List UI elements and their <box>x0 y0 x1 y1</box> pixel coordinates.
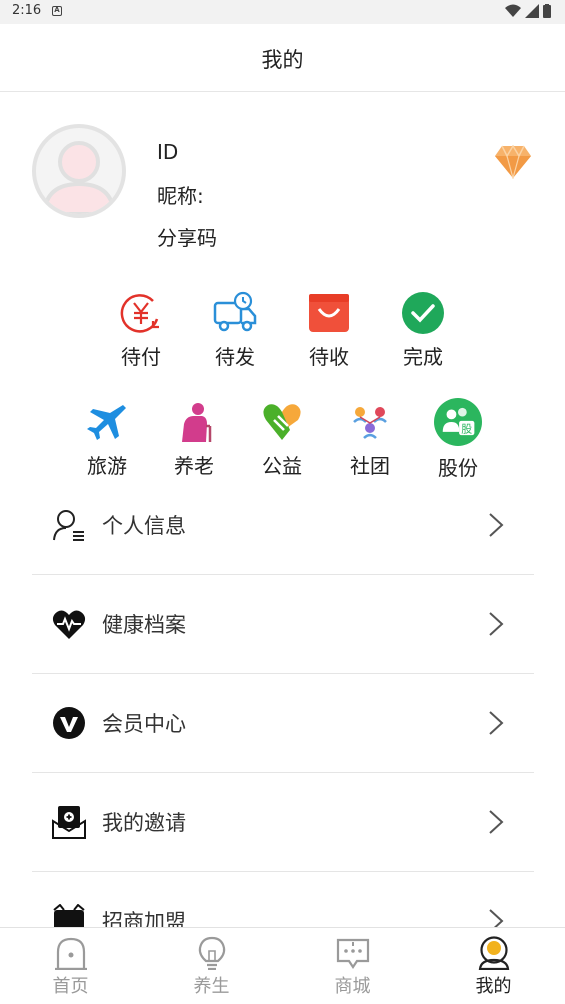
service-community-label: 社团 <box>350 454 390 478</box>
chevron-right-icon <box>489 612 504 636</box>
home-icon <box>54 937 87 970</box>
tab-home-label: 首页 <box>52 976 89 997</box>
airplane-icon <box>87 405 126 440</box>
profile-nickname-label: 昵称: <box>157 184 204 208</box>
tab-mine[interactable]: 我的 <box>423 928 564 1004</box>
tab-mall[interactable]: 商城 <box>282 928 423 1004</box>
order-completed[interactable]: 完成 <box>378 291 468 370</box>
shopping-bag-icon <box>309 294 349 332</box>
profile-id-label: ID <box>157 140 179 164</box>
tab-mall-label: 商城 <box>334 976 371 997</box>
tab-wellness[interactable]: 养生 <box>141 928 282 1004</box>
bottom-tab-bar: 首页 养生 商城 我的 <box>0 927 565 1004</box>
service-charity[interactable]: 公益 <box>237 400 327 479</box>
menu-my-invitations-label: 我的邀请 <box>102 811 186 835</box>
profile-icon <box>478 936 509 970</box>
service-travel-label: 旅游 <box>87 454 127 478</box>
community-icon <box>353 407 387 439</box>
status-time: 2:16 <box>12 3 42 18</box>
status-icons <box>505 4 551 18</box>
invitation-icon <box>52 806 86 839</box>
mall-chat-icon <box>336 938 369 969</box>
delivery-truck-icon <box>213 291 257 332</box>
signal-icon <box>525 4 539 18</box>
vip-icon <box>53 707 85 739</box>
shares-badge-text: 股 <box>461 422 472 435</box>
order-pending-payment-label: 待付 <box>121 345 161 369</box>
menu-health-records-label: 健康档案 <box>102 613 186 637</box>
elderly-icon <box>182 403 212 442</box>
order-completed-label: 完成 <box>403 345 443 369</box>
menu-personal-info-label: 个人信息 <box>102 514 186 538</box>
wifi-icon <box>505 4 521 17</box>
menu-my-invitations[interactable]: 我的邀请 <box>32 773 534 872</box>
tab-mine-label: 我的 <box>475 976 512 997</box>
tab-wellness-label: 养生 <box>193 976 230 997</box>
default-avatar-icon <box>41 141 117 214</box>
chevron-right-icon <box>489 711 504 735</box>
battery-icon <box>543 4 551 18</box>
menu-personal-info[interactable]: 个人信息 <box>32 476 534 575</box>
health-heart-icon <box>52 610 86 639</box>
service-shares[interactable]: 股 股份 <box>413 398 503 481</box>
service-elderly-care-label: 养老 <box>174 454 214 478</box>
shares-icon: 股 <box>434 398 482 446</box>
title-bar: 我的 <box>0 24 565 92</box>
diamond-icon[interactable] <box>494 145 532 179</box>
yen-payment-icon <box>120 294 159 333</box>
order-pending-shipment-label: 待发 <box>215 345 255 369</box>
profile-share-code-label[interactable]: 分享码 <box>157 222 217 251</box>
menu-member-center[interactable]: 会员中心 <box>32 674 534 773</box>
menu-member-center-label: 会员中心 <box>102 712 186 736</box>
order-pending-shipment[interactable]: 待发 <box>190 291 280 370</box>
order-pending-payment[interactable]: 待付 <box>96 291 186 370</box>
status-bar: 2:16 A <box>0 0 565 24</box>
check-circle-icon <box>402 292 444 334</box>
tab-home[interactable]: 首页 <box>0 928 141 1004</box>
chevron-right-icon <box>489 513 504 537</box>
service-travel[interactable]: 旅游 <box>62 400 152 479</box>
notification-icon: A <box>52 6 62 16</box>
user-info-icon <box>53 510 84 541</box>
charity-hands-heart-icon <box>263 404 301 440</box>
service-charity-label: 公益 <box>262 454 302 478</box>
lightbulb-icon <box>198 936 225 970</box>
page-title: 我的 <box>261 48 304 72</box>
chevron-right-icon <box>489 810 504 834</box>
service-community[interactable]: 社团 <box>325 400 415 479</box>
order-pending-receipt-label: 待收 <box>309 345 349 369</box>
avatar[interactable] <box>32 124 126 218</box>
menu-health-records[interactable]: 健康档案 <box>32 575 534 674</box>
service-elderly-care[interactable]: 养老 <box>149 400 239 479</box>
order-pending-receipt[interactable]: 待收 <box>284 291 374 370</box>
